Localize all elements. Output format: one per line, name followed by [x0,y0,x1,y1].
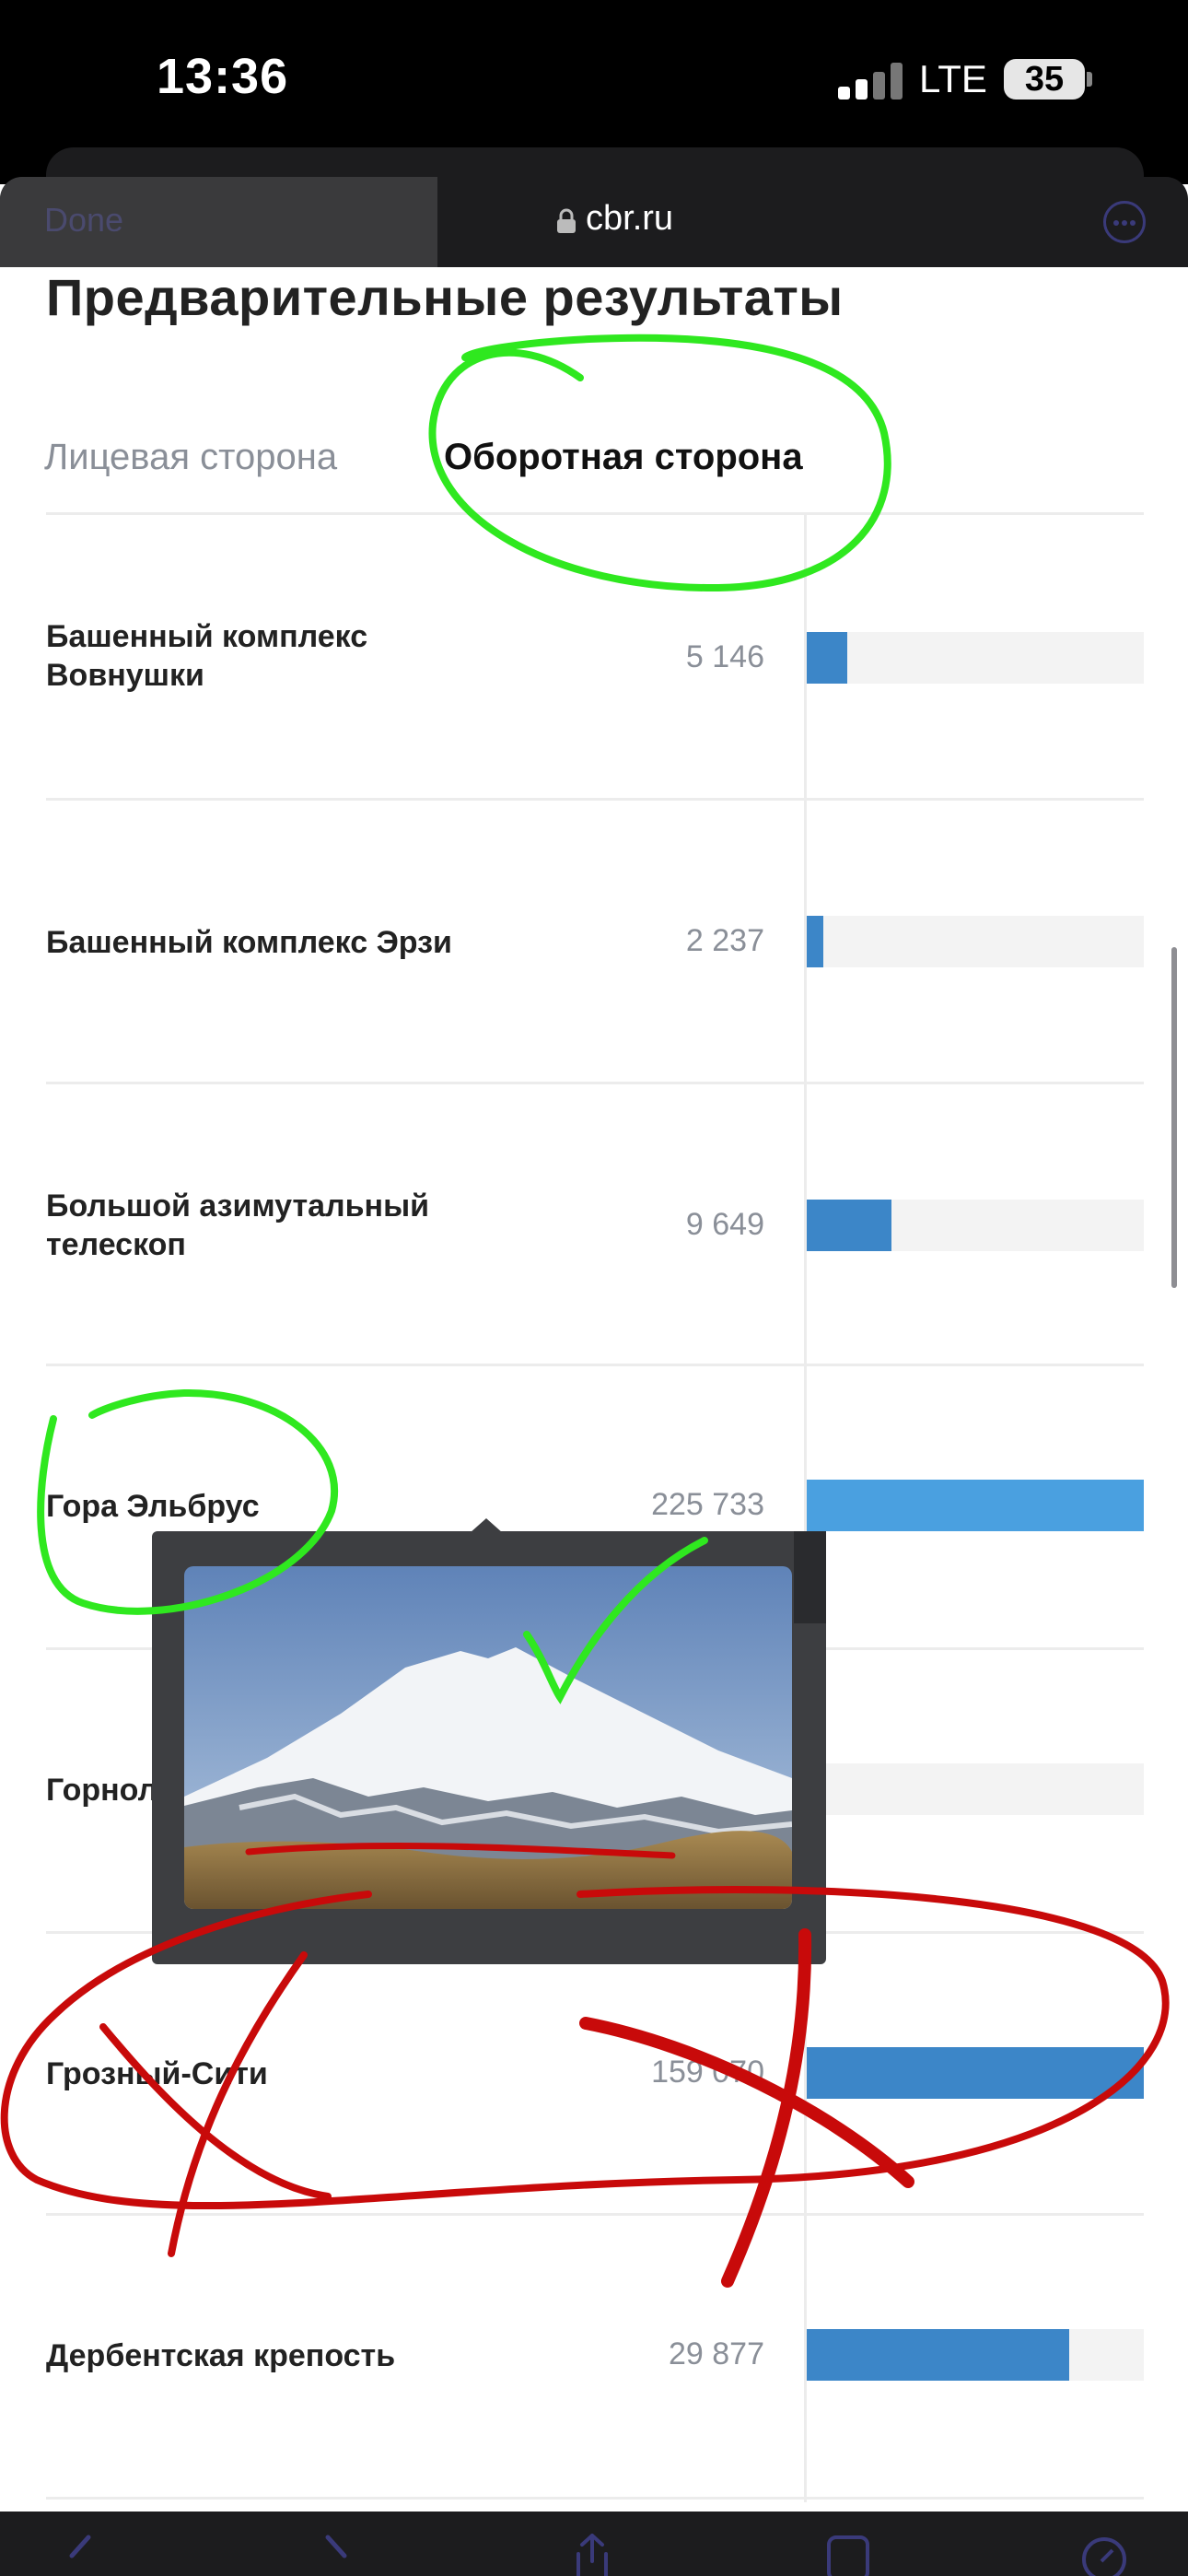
bookmarks-icon[interactable] [825,2534,871,2576]
clock: 13:36 [157,49,289,104]
annotation-layer [0,334,1170,2288]
result-bar-track [807,2329,1144,2381]
result-count: 9 649 [685,1207,764,1242]
tab-back-side[interactable]: Оборотная сторона [444,437,803,478]
result-count: 225 733 [651,1487,764,1522]
result-bar [807,2329,1070,2381]
row-divider [46,2213,1144,2216]
result-bar [807,1480,1144,1531]
mountain-photo [184,1566,792,1909]
row-divider [46,1082,1144,1084]
result-name: Башенный комплекс Эрзи [46,925,452,960]
result-bar-track [807,1480,1144,1531]
result-bar-track [807,1763,1144,1815]
cellular-signal-icon [838,61,903,100]
scrollbar[interactable] [1171,947,1177,1288]
safari-compass-icon[interactable] [1081,2534,1127,2576]
done-button[interactable]: Done [0,177,437,267]
result-name: Башенный комплекс Вовнушки [46,619,368,693]
result-bar-track [807,632,1144,684]
result-name: Большой азимутальный телескоп [46,1188,430,1262]
result-name: Грозный-Сити [46,2056,268,2091]
result-count: 5 146 [685,639,764,674]
result-bar [807,632,847,684]
row-divider [46,798,1144,801]
more-options-icon[interactable] [1103,201,1146,243]
page-title: Предварительные результаты [46,268,844,326]
forward-icon[interactable] [313,2534,359,2576]
row-divider [46,2497,1144,2500]
result-bar [807,2047,1144,2099]
result-name: Дербентская крепость [46,2338,396,2373]
result-count: 159 070 [651,2055,764,2090]
battery-tip [1087,72,1092,87]
address-url[interactable]: cbr.ru [586,199,673,239]
popup-scroll-area [794,1531,826,1623]
red-cross-right [579,1928,914,2288]
network-type: LTE [919,57,987,100]
result-bar-track [807,2047,1144,2099]
back-icon[interactable] [57,2534,103,2576]
lock-icon [557,208,576,233]
result-count: 2 237 [685,923,764,958]
browser-toolbar [0,2512,1188,2576]
row-divider [46,1364,1144,1366]
red-cross-left [99,1951,332,2257]
result-count: 29 877 [669,2336,764,2371]
result-bar [807,916,824,967]
result-bar-track [807,916,1144,967]
done-label: Done [44,201,124,239]
result-bar [807,1200,891,1251]
tab-front-side[interactable]: Лицевая сторона [44,437,337,478]
result-name: Гора Эльбрус [46,1489,260,1524]
share-icon[interactable] [569,2534,615,2576]
battery-icon: 35 [1004,59,1085,100]
row-divider [46,512,1144,515]
result-bar-track [807,1200,1144,1251]
browser-header: Done cbr.ru [0,177,1188,267]
